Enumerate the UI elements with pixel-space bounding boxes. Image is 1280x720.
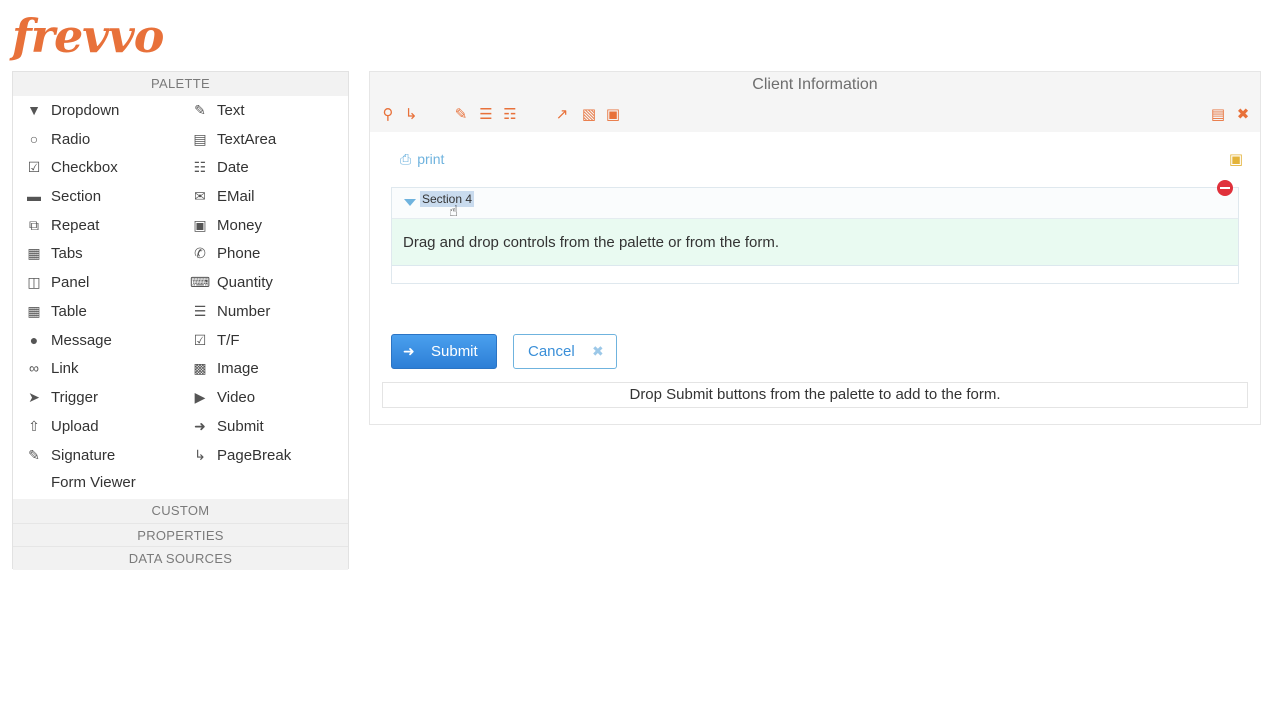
video-icon: ▶ xyxy=(194,389,206,405)
search-icon[interactable]: ⚲ xyxy=(379,106,397,124)
submit-button[interactable]: ➜ Submit xyxy=(391,334,497,369)
pencil-icon: ✎ xyxy=(28,447,40,463)
textarea-icon: ▤ xyxy=(193,131,207,147)
edit-icon: ✎ xyxy=(194,102,206,118)
level-down-icon[interactable]: ↳ xyxy=(402,106,420,124)
keyboard-icon: ⌨ xyxy=(189,274,211,290)
trigger-icon: ➤ xyxy=(28,389,40,405)
palette-item-number[interactable]: ☰ Number xyxy=(189,297,271,325)
money-icon: ▣ xyxy=(193,217,207,233)
palette-item-trigger[interactable]: ➤ Trigger xyxy=(23,383,98,411)
palette-item-textarea[interactable]: ▤ TextArea xyxy=(189,125,276,153)
palette-item-email[interactable]: ✉ EMail xyxy=(189,182,254,210)
phone-icon: ✆ xyxy=(194,245,206,261)
palette-header[interactable]: PALETTE xyxy=(13,72,348,96)
section-drop-zone[interactable]: Drag and drop controls from the palette … xyxy=(392,219,1238,266)
palette-item-repeat[interactable]: ⧉ Repeat xyxy=(23,211,99,239)
list-icon[interactable]: ☰ xyxy=(477,106,495,124)
palette-item-video[interactable]: ▶ Video xyxy=(189,383,255,411)
print-link[interactable]: ⎙ print xyxy=(400,151,444,168)
form-title[interactable]: Client Information xyxy=(370,72,1260,98)
palette-item-link[interactable]: ∞ Link xyxy=(23,354,79,382)
palette-item-phone[interactable]: ✆ Phone xyxy=(189,239,260,267)
repeat-icon: ⧉ xyxy=(29,217,39,233)
submit-drop-zone[interactable]: Drop Submit buttons from the palette to … xyxy=(382,382,1248,408)
table-icon: ▦ xyxy=(27,303,41,319)
custom-header[interactable]: CUSTOM xyxy=(13,499,348,523)
section-control[interactable]: Section 4 ☝ Drag and drop controls from … xyxy=(391,187,1239,284)
palette-item-image[interactable]: ▩ Image xyxy=(189,354,258,382)
calendar-icon: ☷ xyxy=(193,159,207,175)
caret-down-icon[interactable] xyxy=(404,199,416,206)
data-sources-header[interactable]: DATA SOURCES xyxy=(13,546,348,570)
palette-item-pagebreak[interactable]: ↳ PageBreak xyxy=(189,441,291,469)
palette-item-date[interactable]: ☷ Date xyxy=(189,153,249,181)
palette-item-quantity[interactable]: ⌨ Quantity xyxy=(189,268,273,296)
external-link-icon[interactable]: ↗ xyxy=(553,106,571,124)
palette-item-signature[interactable]: ✎ Signature xyxy=(23,441,115,469)
frevvo-logo: frevvo xyxy=(12,9,164,63)
folder-icon: ▬ xyxy=(27,188,41,204)
checkbox-icon: ☑ xyxy=(27,159,41,175)
palette-item-tabs[interactable]: ▦ Tabs xyxy=(23,239,82,267)
book-icon[interactable]: ▧ xyxy=(580,106,598,124)
pencil-icon[interactable]: ✎ xyxy=(452,106,470,124)
properties-header[interactable]: PROPERTIES xyxy=(13,523,348,547)
check-square-icon: ☑ xyxy=(193,332,207,348)
palette-item-panel[interactable]: ◫ Panel xyxy=(23,268,89,296)
palette-item-section[interactable]: ▬ Section xyxy=(23,182,101,210)
palette-item-radio[interactable]: ○ Radio xyxy=(23,125,90,153)
cancel-button[interactable]: Cancel ✖ xyxy=(513,334,617,369)
palette-item-money[interactable]: ▣ Money xyxy=(189,211,262,239)
lock-icon[interactable]: ▣ xyxy=(1228,150,1244,168)
form-canvas: Client Information ⚲ ↳ ✎ ☰ ☶ ↗ ▧ ▣ ▤ ✖ ⎙… xyxy=(369,71,1261,425)
hand-pointer-icon: ☝ xyxy=(449,203,459,220)
radio-icon: ○ xyxy=(29,131,39,147)
palette-panel: PALETTE ▼ Dropdown ○ Radio ☑ Checkbox ▬ Sect… xyxy=(12,71,349,570)
link-icon: ∞ xyxy=(29,360,39,376)
palette-item-checkbox[interactable]: ☑ Checkbox xyxy=(23,153,118,181)
save-icon[interactable]: ▤ xyxy=(1209,106,1227,124)
sign-in-icon: ➜ xyxy=(194,418,206,434)
dropdown-icon: ▼ xyxy=(27,102,41,118)
remove-section-button[interactable] xyxy=(1217,180,1233,196)
panel-icon: ◫ xyxy=(27,274,41,290)
level-down-icon: ↳ xyxy=(194,447,206,463)
close-icon[interactable]: ✖ xyxy=(1234,106,1252,124)
palette-item-submit[interactable]: ➜ Submit xyxy=(189,412,264,440)
palette-item-text[interactable]: ✎ Text xyxy=(189,96,244,124)
palette-item-table[interactable]: ▦ Table xyxy=(23,297,86,325)
sign-in-icon: ➜ xyxy=(403,343,415,359)
palette-item-message[interactable]: ● Message xyxy=(23,326,112,354)
envelope-icon: ✉ xyxy=(194,188,206,204)
palette-item-form-viewer[interactable]: Form Viewer xyxy=(23,469,136,497)
list-ol-icon: ☰ xyxy=(193,303,207,319)
upload-icon: ⇧ xyxy=(28,418,40,434)
palette-item-upload[interactable]: ⇧ Upload xyxy=(23,412,98,440)
print-icon: ⎙ xyxy=(400,151,412,167)
close-icon: ✖ xyxy=(592,343,604,359)
form-toolbar: ⚲ ↳ ✎ ☰ ☶ ↗ ▧ ▣ ▤ ✖ xyxy=(370,98,1260,132)
image-icon: ▩ xyxy=(193,360,207,376)
section-header[interactable]: Section 4 ☝ xyxy=(392,188,1238,220)
palette-item-dropdown[interactable]: ▼ Dropdown xyxy=(23,96,119,124)
lock-icon[interactable]: ▣ xyxy=(604,106,622,124)
tabs-icon: ▦ xyxy=(27,245,41,261)
section-title[interactable]: Section 4 xyxy=(420,191,475,207)
message-icon: ● xyxy=(29,332,39,348)
file-icon[interactable]: ☶ xyxy=(501,106,519,124)
palette-item-tf[interactable]: ☑ T/F xyxy=(189,326,240,354)
